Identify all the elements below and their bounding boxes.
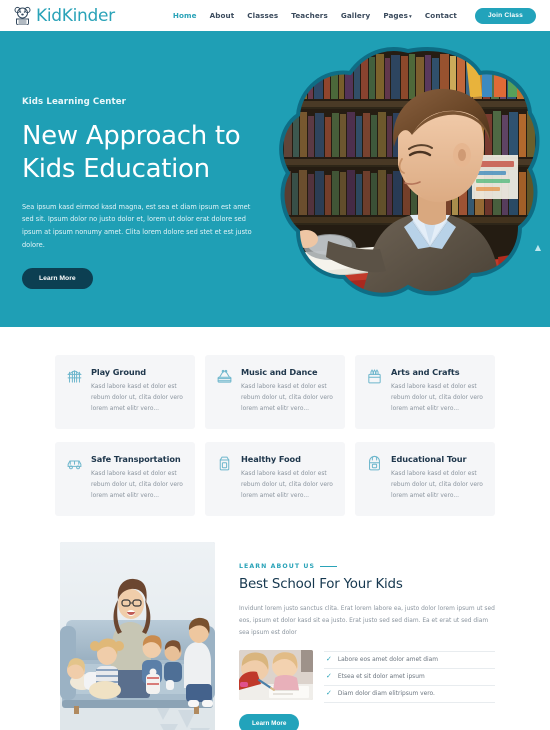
eyebrow-dash-icon bbox=[320, 565, 338, 567]
feature-description: Kasd labore kasd et dolor est rebum dolo… bbox=[391, 470, 483, 499]
check-icon: ✓ bbox=[326, 655, 332, 664]
hero-section: ▲ Kids Learning Center New Approach to K… bbox=[0, 31, 550, 327]
check-icon: ✓ bbox=[326, 672, 332, 681]
feature-title: Music and Dance bbox=[241, 367, 318, 377]
hero-eyebrow: Kids Learning Center bbox=[22, 97, 126, 107]
about-content: LEARN ABOUT US Best School For Your Kids… bbox=[239, 542, 495, 730]
feature-card-educational-tour[interactable]: Educational Tour Kasd labore kasd et dol… bbox=[355, 441, 495, 516]
crayons-art-icon bbox=[366, 367, 383, 415]
hero-content: Kids Learning Center New Approach to Kid… bbox=[0, 31, 265, 290]
about-eyebrow: LEARN ABOUT US bbox=[239, 563, 495, 570]
feature-title: Safe Transportation bbox=[91, 453, 181, 464]
feature-card-safe-transportation[interactable]: Safe Transportation Kasd labore kasd et … bbox=[55, 441, 195, 516]
hero-title-line2: Kids Education bbox=[22, 154, 210, 185]
check-item-label: Diam dolor diam elitripsum vero. bbox=[337, 690, 435, 697]
check-icon: ✓ bbox=[326, 689, 332, 698]
about-paragraph: Invidunt lorem justo sanctus clita. Erat… bbox=[239, 605, 495, 636]
check-list-item: ✓ Etsea et sit dolor amet ipsum bbox=[324, 669, 495, 686]
brand-logo[interactable]: KidKinder bbox=[14, 6, 115, 26]
landing-page: KidKinder Home About Classes Teachers Ga… bbox=[0, 0, 550, 730]
feature-card-healthy-food[interactable]: Healthy Food Kasd labore kasd et dolor e… bbox=[205, 441, 345, 516]
about-columns: ✓ Labore eos amet dolor amet diam ✓ Etse… bbox=[239, 649, 495, 703]
check-list-item: ✓ Diam dolor diam elitripsum vero. bbox=[324, 686, 495, 703]
about-check-list: ✓ Labore eos amet dolor amet diam ✓ Etse… bbox=[324, 650, 495, 703]
feature-title: Play Ground bbox=[91, 367, 147, 377]
feature-card-play-ground[interactable]: Play Ground Kasd labore kasd et dolor es… bbox=[55, 355, 195, 429]
hero-title-line1: New Approach to bbox=[22, 121, 241, 151]
drum-music-icon bbox=[216, 367, 233, 415]
feature-title: Arts and Crafts bbox=[391, 367, 460, 377]
about-main-photo bbox=[60, 541, 215, 730]
feature-description: Kasd labore kasd et dolor est rebum dolo… bbox=[91, 470, 183, 499]
site-header: KidKinder Home About Classes Teachers Ga… bbox=[0, 0, 550, 31]
car-transport-icon bbox=[66, 454, 83, 502]
feature-description: Kasd labore kasd et dolor est rebum dolo… bbox=[241, 470, 333, 499]
check-item-label: Labore eos amet dolor amet diam bbox=[337, 656, 438, 663]
nav-item-teachers[interactable]: Teachers bbox=[291, 11, 328, 20]
nav-item-pages-label: Pages bbox=[383, 11, 409, 20]
hero-learn-more-button[interactable]: Learn More bbox=[22, 268, 93, 290]
feature-title: Educational Tour bbox=[391, 453, 467, 464]
about-thumbnail-photo bbox=[239, 649, 313, 700]
about-learn-more-button[interactable]: Learn More bbox=[239, 713, 300, 730]
nav-item-pages[interactable]: Pages▾ bbox=[383, 11, 412, 20]
about-title: Best School For Your Kids bbox=[239, 576, 403, 592]
nav-item-gallery[interactable]: Gallery bbox=[341, 11, 370, 20]
scroll-to-top-icon[interactable]: ▲ bbox=[535, 244, 541, 252]
check-item-label: Etsea et sit dolor amet ipsum bbox=[337, 673, 425, 680]
features-section: Play Ground Kasd labore kasd et dolor es… bbox=[0, 327, 550, 516]
about-eyebrow-label: LEARN ABOUT US bbox=[239, 562, 316, 570]
backpack-tour-icon bbox=[366, 454, 383, 502]
about-section: LEARN ABOUT US Best School For Your Kids… bbox=[0, 516, 550, 730]
brand-name: KidKinder bbox=[36, 5, 115, 26]
feature-description: Kasd labore kasd et dolor est rebum dolo… bbox=[91, 384, 183, 412]
feature-title: Healthy Food bbox=[241, 453, 301, 464]
nav-item-about[interactable]: About bbox=[210, 11, 235, 20]
playground-fence-icon bbox=[66, 367, 83, 415]
feature-card-music-and-dance[interactable]: Music and Dance Kasd labore kasd et dolo… bbox=[205, 355, 345, 429]
features-grid: Play Ground Kasd labore kasd et dolor es… bbox=[55, 355, 495, 516]
hero-paragraph: Sea ipsum kasd eirmod kasd magna, est se… bbox=[22, 202, 252, 249]
hero-image-blob bbox=[272, 43, 544, 315]
nav-item-home[interactable]: Home bbox=[173, 11, 197, 20]
check-list-item: ✓ Labore eos amet dolor amet diam bbox=[324, 650, 495, 669]
milk-carton-food-icon bbox=[216, 454, 233, 502]
feature-description: Kasd labore kasd et dolor est rebum dolo… bbox=[241, 384, 333, 412]
teddy-bear-icon bbox=[14, 6, 31, 26]
feature-description: Kasd labore kasd et dolor est rebum dolo… bbox=[391, 384, 483, 412]
nav-item-contact[interactable]: Contact bbox=[425, 11, 457, 20]
main-navigation: Home About Classes Teachers Gallery Page… bbox=[173, 11, 457, 20]
join-class-button[interactable]: Join Class bbox=[475, 7, 536, 24]
chevron-down-icon: ▾ bbox=[409, 14, 412, 20]
feature-card-arts-and-crafts[interactable]: Arts and Crafts Kasd labore kasd et dolo… bbox=[355, 355, 495, 429]
hero-title: New Approach to Kids Education bbox=[22, 120, 265, 187]
nav-item-classes[interactable]: Classes bbox=[247, 11, 278, 20]
